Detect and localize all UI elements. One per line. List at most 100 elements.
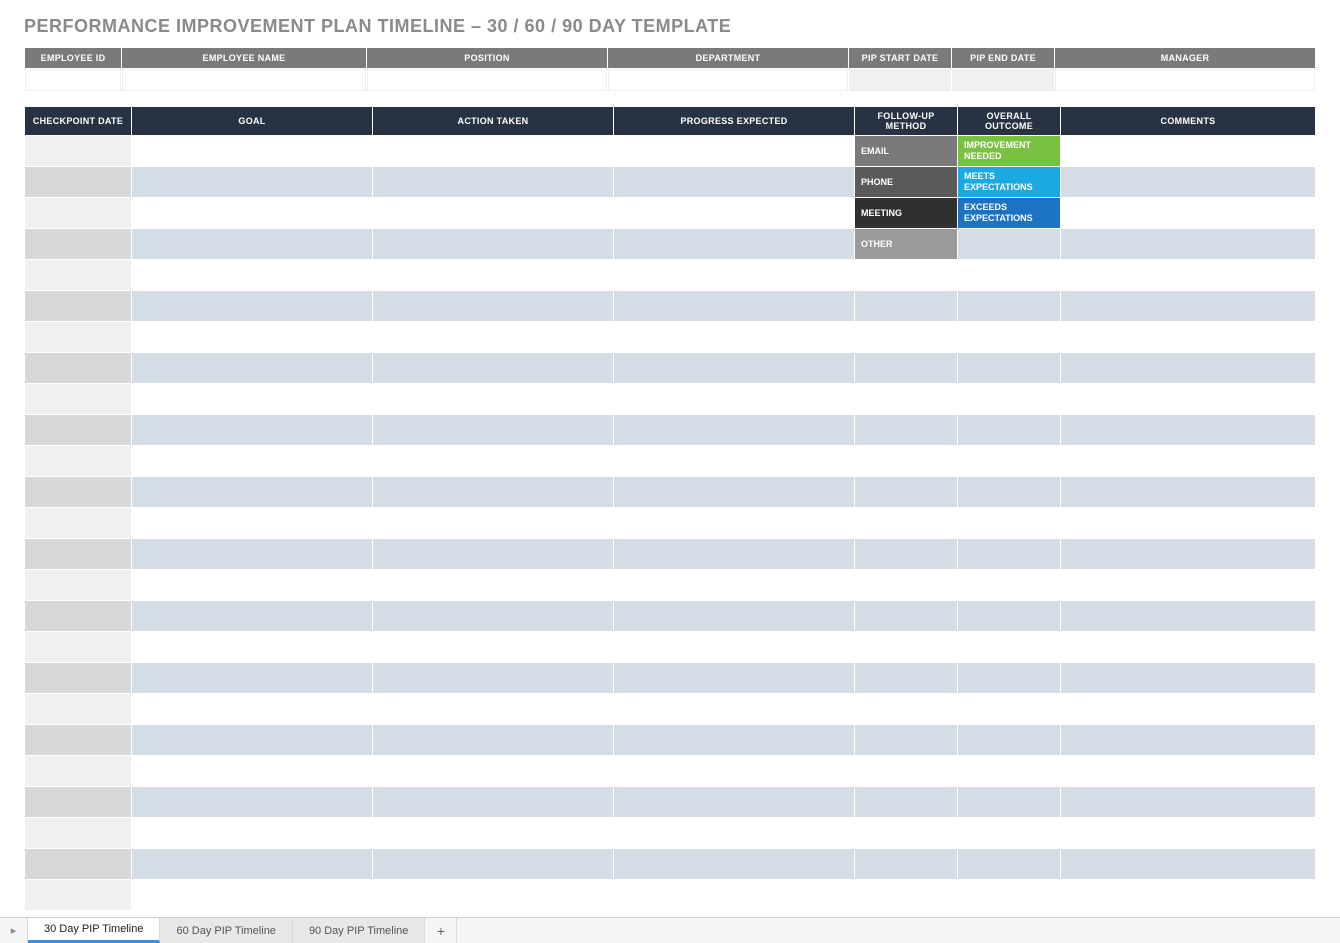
table-cell[interactable] [958,322,1060,352]
table-cell[interactable] [373,384,613,414]
table-cell[interactable] [373,291,613,321]
table-cell[interactable] [614,353,854,383]
tab-90-day[interactable]: 90 Day PIP Timeline [293,918,425,943]
table-cell[interactable] [25,477,131,507]
table-cell[interactable] [25,880,131,910]
table-cell[interactable] [1061,415,1315,445]
tab-60-day[interactable]: 60 Day PIP Timeline [160,918,292,943]
table-cell[interactable] [614,198,854,228]
outcome-option-exceeds[interactable]: EXCEEDS EXPECTATIONS [958,198,1060,228]
cell-department[interactable] [608,69,848,91]
add-sheet-button[interactable]: + [425,918,457,943]
table-cell[interactable] [132,787,372,817]
table-cell[interactable] [614,136,854,166]
table-cell[interactable] [25,632,131,662]
table-cell[interactable] [1061,384,1315,414]
table-cell[interactable] [855,725,957,755]
followup-option-other[interactable]: OTHER [855,229,957,259]
table-cell[interactable] [958,725,1060,755]
table-cell[interactable] [614,415,854,445]
table-cell[interactable] [1061,353,1315,383]
table-cell[interactable] [25,384,131,414]
table-cell[interactable] [25,818,131,848]
table-cell[interactable] [132,632,372,662]
table-cell[interactable] [958,756,1060,786]
table-cell[interactable] [25,849,131,879]
table-cell[interactable] [958,632,1060,662]
table-cell[interactable] [132,415,372,445]
table-cell[interactable] [132,601,372,631]
table-cell[interactable] [855,632,957,662]
table-cell[interactable] [132,291,372,321]
followup-option-meeting[interactable]: MEETING [855,198,957,228]
table-cell[interactable] [1061,849,1315,879]
table-cell[interactable] [132,570,372,600]
cell-pip-end[interactable] [952,69,1054,91]
tab-nav-prev[interactable]: ▸ [0,918,28,943]
table-cell[interactable] [25,663,131,693]
table-cell[interactable] [1061,260,1315,290]
table-cell[interactable] [25,787,131,817]
table-cell[interactable] [25,601,131,631]
table-cell[interactable] [855,353,957,383]
table-cell[interactable] [1061,570,1315,600]
table-cell[interactable] [132,384,372,414]
table-cell[interactable] [132,229,372,259]
table-cell[interactable] [1061,818,1315,848]
table-cell[interactable] [958,508,1060,538]
table-cell[interactable] [614,322,854,352]
table-cell[interactable] [25,508,131,538]
table-cell[interactable] [1061,229,1315,259]
table-cell[interactable] [373,229,613,259]
table-cell[interactable] [373,694,613,724]
table-cell[interactable] [132,663,372,693]
table-cell[interactable] [373,601,613,631]
table-cell[interactable] [855,539,957,569]
table-cell[interactable] [958,539,1060,569]
table-cell[interactable] [855,291,957,321]
followup-option-email[interactable]: EMAIL [855,136,957,166]
table-cell[interactable] [25,198,131,228]
table-cell[interactable] [614,570,854,600]
table-cell[interactable] [373,477,613,507]
table-cell[interactable] [373,632,613,662]
table-cell[interactable] [614,260,854,290]
table-cell[interactable] [1061,756,1315,786]
table-cell[interactable] [958,601,1060,631]
table-cell[interactable] [373,663,613,693]
table-cell[interactable] [614,663,854,693]
followup-option-phone[interactable]: PHONE [855,167,957,197]
table-cell[interactable] [958,663,1060,693]
table-cell[interactable] [614,167,854,197]
table-cell[interactable] [855,818,957,848]
table-cell[interactable] [855,415,957,445]
table-cell[interactable] [855,694,957,724]
table-cell[interactable] [614,787,854,817]
table-cell[interactable] [25,260,131,290]
table-cell[interactable] [614,725,854,755]
table-cell[interactable] [855,322,957,352]
table-cell[interactable] [25,570,131,600]
table-cell[interactable] [855,880,957,910]
table-cell[interactable] [855,787,957,817]
table-cell[interactable] [25,446,131,476]
table-cell[interactable] [958,477,1060,507]
table-cell[interactable] [958,446,1060,476]
table-cell[interactable] [614,756,854,786]
table-cell[interactable] [132,167,372,197]
table-cell[interactable] [958,291,1060,321]
table-cell[interactable] [132,477,372,507]
table-cell[interactable] [614,291,854,321]
table-cell[interactable] [25,167,131,197]
table-cell[interactable] [1061,694,1315,724]
table-cell[interactable] [855,849,957,879]
table-cell[interactable] [855,260,957,290]
table-cell[interactable] [614,508,854,538]
table-cell[interactable] [373,539,613,569]
table-cell[interactable] [614,694,854,724]
table-cell[interactable] [1061,787,1315,817]
table-cell[interactable] [614,446,854,476]
table-cell[interactable] [958,353,1060,383]
cell-position[interactable] [367,69,607,91]
table-cell[interactable] [958,229,1060,259]
